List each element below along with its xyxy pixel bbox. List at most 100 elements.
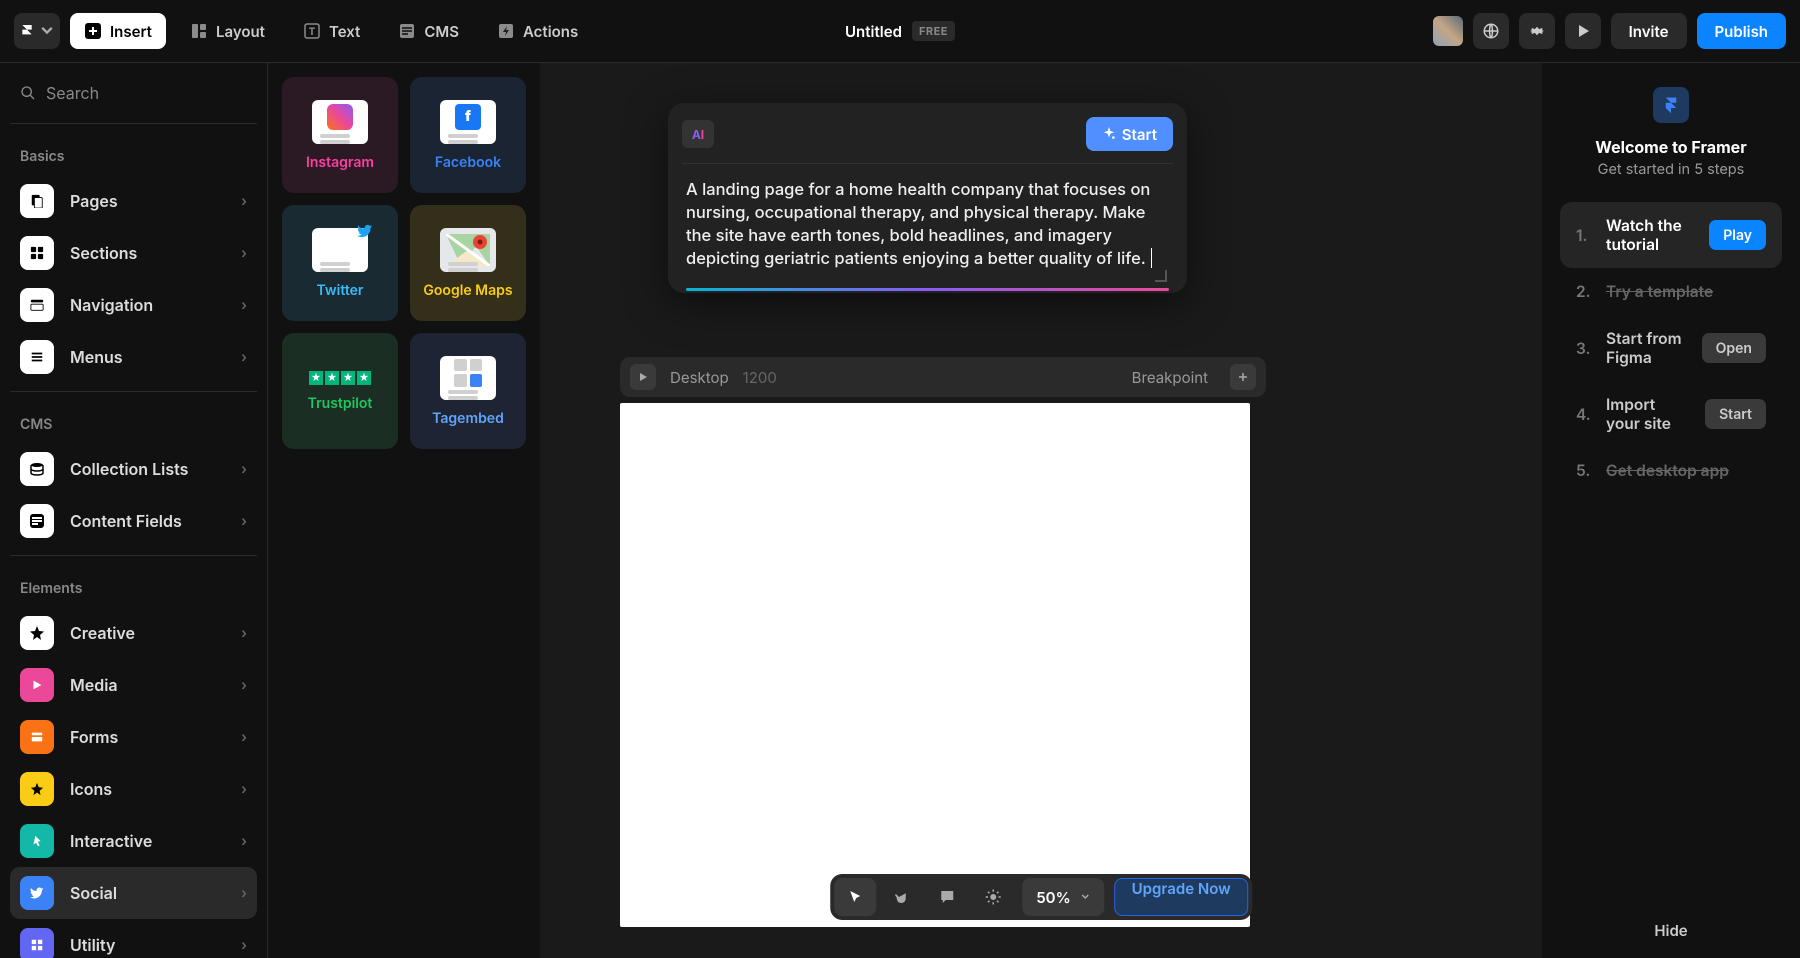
interactive-icon: [20, 824, 54, 858]
text-button[interactable]: T Text: [289, 13, 374, 49]
tool-hand[interactable]: [880, 878, 922, 916]
cms-label: CMS: [424, 22, 459, 41]
zoom-selector[interactable]: 50%: [1022, 878, 1104, 916]
breakpoint-desktop: Desktop: [670, 368, 729, 387]
card-googlemaps[interactable]: Google Maps: [410, 205, 526, 321]
svg-text:T: T: [309, 26, 316, 38]
icons-icon: [20, 772, 54, 806]
nav-sections[interactable]: Sections›: [10, 227, 257, 279]
add-breakpoint-button[interactable]: [1230, 364, 1256, 390]
text-label: Text: [329, 22, 360, 41]
page-frame[interactable]: [620, 403, 1250, 927]
document-title-area[interactable]: Untitled FREE: [845, 21, 955, 41]
upgrade-button[interactable]: Upgrade Now: [1115, 878, 1248, 916]
canvas[interactable]: Desktop 1200 Breakpoint AI Start A landi…: [540, 63, 1542, 958]
avatar[interactable]: [1433, 16, 1463, 46]
insert-button[interactable]: Insert: [70, 13, 166, 49]
chevron-right-icon: ›: [241, 885, 247, 902]
breakpoint-play-button[interactable]: [630, 364, 656, 390]
navigation-icon: [20, 288, 54, 322]
open-figma-button[interactable]: Open: [1702, 333, 1766, 363]
ai-prompt-panel: AI Start A landing page for a home healt…: [668, 103, 1187, 293]
step-1[interactable]: 1.Watch the tutorialPlay: [1560, 202, 1782, 268]
ai-gradient-underline: [686, 288, 1169, 291]
plus-icon: [1237, 371, 1249, 383]
chevron-right-icon: ›: [241, 937, 247, 954]
nav-media[interactable]: Media›: [10, 659, 257, 711]
cms-button[interactable]: CMS: [384, 13, 473, 49]
cursor-icon: [847, 889, 863, 905]
card-twitter[interactable]: Twitter: [282, 205, 398, 321]
sparkle-icon: [1102, 127, 1116, 141]
nav-forms[interactable]: Forms›: [10, 711, 257, 763]
hide-onboarding-button[interactable]: Hide: [1542, 921, 1800, 940]
canvas-toolbar: 50% Upgrade Now: [830, 874, 1252, 920]
step-5[interactable]: 5.Get desktop app: [1560, 447, 1782, 494]
gear-icon: [1528, 22, 1546, 40]
layout-button[interactable]: Layout: [176, 13, 279, 49]
chevron-right-icon: ›: [241, 297, 247, 314]
step-3[interactable]: 3.Start from FigmaOpen: [1560, 315, 1782, 381]
nav-navigation[interactable]: Navigation›: [10, 279, 257, 331]
card-tagembed[interactable]: Tagembed: [410, 333, 526, 449]
card-instagram[interactable]: Instagram: [282, 77, 398, 193]
ai-start-button[interactable]: Start: [1086, 117, 1173, 151]
actions-label: Actions: [523, 22, 578, 41]
step-2[interactable]: 2.Try a template: [1560, 268, 1782, 315]
media-icon: [20, 668, 54, 702]
chevron-right-icon: ›: [241, 625, 247, 642]
nav-menus[interactable]: Menus›: [10, 331, 257, 383]
chevron-right-icon: ›: [241, 729, 247, 746]
chevron-right-icon: ›: [241, 245, 247, 262]
search-placeholder: Search: [46, 83, 99, 103]
divider: [10, 555, 257, 556]
welcome-title: Welcome to Framer: [1560, 137, 1782, 157]
bolt-icon: [497, 22, 515, 40]
app-menu-button[interactable]: [14, 13, 60, 49]
chevron-right-icon: ›: [241, 781, 247, 798]
play-tutorial-button[interactable]: Play: [1709, 220, 1766, 250]
invite-button[interactable]: Invite: [1611, 13, 1687, 49]
nav-icons[interactable]: Icons›: [10, 763, 257, 815]
divider: [10, 391, 257, 392]
collection-icon: [20, 452, 54, 486]
layout-icon: [190, 22, 208, 40]
globe-button[interactable]: [1473, 13, 1509, 49]
plus-icon: [84, 22, 102, 40]
search-input[interactable]: Search: [10, 75, 257, 111]
utility-icon: [20, 928, 54, 958]
cms-icon: [398, 22, 416, 40]
card-trustpilot[interactable]: ★★★★Trustpilot: [282, 333, 398, 449]
nav-utility[interactable]: Utility›: [10, 919, 257, 958]
play-icon: [638, 372, 648, 382]
tool-select[interactable]: [834, 878, 876, 916]
actions-button[interactable]: Actions: [483, 13, 592, 49]
nav-social[interactable]: Social›: [10, 867, 257, 919]
publish-button[interactable]: Publish: [1697, 13, 1787, 49]
menus-icon: [20, 340, 54, 374]
sections-icon: [20, 236, 54, 270]
section-cms: CMS: [10, 400, 257, 443]
nav-collection-lists[interactable]: Collection Lists›: [10, 443, 257, 495]
preview-button[interactable]: [1565, 13, 1601, 49]
social-cards-panel: Instagram fFacebook Twitter Google Maps …: [268, 63, 540, 958]
tool-theme[interactable]: [972, 878, 1014, 916]
chevron-down-icon: [1081, 892, 1091, 902]
card-facebook[interactable]: fFacebook: [410, 77, 526, 193]
nav-pages[interactable]: Pages›: [10, 175, 257, 227]
nav-creative[interactable]: Creative›: [10, 607, 257, 659]
ai-prompt-textarea[interactable]: A landing page for a home health company…: [682, 164, 1173, 288]
nav-interactive[interactable]: Interactive›: [10, 815, 257, 867]
framer-logo: [1653, 87, 1689, 123]
settings-button[interactable]: [1519, 13, 1555, 49]
play-icon: [1575, 23, 1591, 39]
document-title: Untitled: [845, 22, 902, 41]
nav-content-fields[interactable]: Content Fields›: [10, 495, 257, 547]
search-icon: [20, 85, 36, 101]
import-site-button[interactable]: Start: [1705, 399, 1766, 429]
tool-comment[interactable]: [926, 878, 968, 916]
step-4[interactable]: 4.Import your siteStart: [1560, 381, 1782, 447]
chevron-right-icon: ›: [241, 677, 247, 694]
chevron-right-icon: ›: [241, 349, 247, 366]
plan-badge: FREE: [912, 21, 955, 41]
